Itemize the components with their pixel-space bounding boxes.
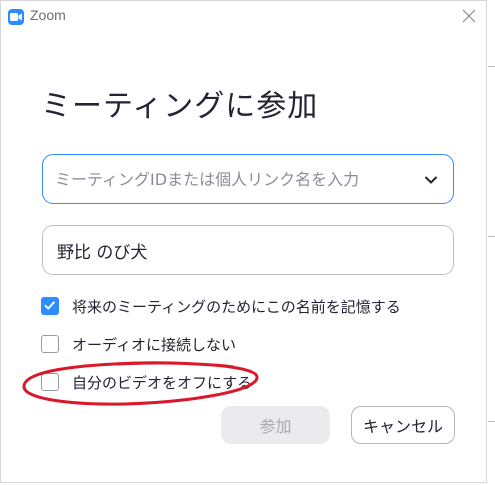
video-off-option[interactable]: 自分のビデオをオフにする: [41, 371, 252, 393]
meeting-id-input[interactable]: [55, 167, 405, 191]
join-button[interactable]: 参加: [221, 406, 330, 444]
page-title: ミーティングに参加: [41, 89, 319, 124]
remember-name-option[interactable]: 将来のミーティングのためにこの名前を記憶する: [41, 295, 401, 317]
title-bar: Zoom: [1, 1, 486, 33]
chevron-down-icon[interactable]: [423, 172, 439, 188]
display-name-field[interactable]: [42, 225, 454, 275]
display-name-input[interactable]: [57, 238, 437, 262]
zoom-camera-icon: [8, 9, 24, 25]
remember-name-label: 将来のミーティングのためにこの名前を記憶する: [72, 297, 401, 316]
close-icon[interactable]: [460, 7, 478, 25]
no-audio-option[interactable]: オーディオに接続しない: [41, 333, 236, 355]
video-off-checkbox[interactable]: [41, 373, 59, 391]
meeting-id-combobox[interactable]: [42, 154, 454, 204]
background-edge: [488, 0, 495, 485]
video-off-label: 自分のビデオをオフにする: [72, 373, 253, 392]
cancel-button[interactable]: キャンセル: [351, 406, 455, 444]
no-audio-checkbox[interactable]: [41, 335, 59, 353]
no-audio-label: オーディオに接続しない: [72, 335, 236, 354]
join-meeting-window: Zoom ミーティングに参加 将来のミーティングのためにこの名前を記憶する オー…: [0, 0, 487, 483]
window-title: Zoom: [30, 7, 66, 23]
remember-name-checkbox[interactable]: [41, 297, 59, 315]
